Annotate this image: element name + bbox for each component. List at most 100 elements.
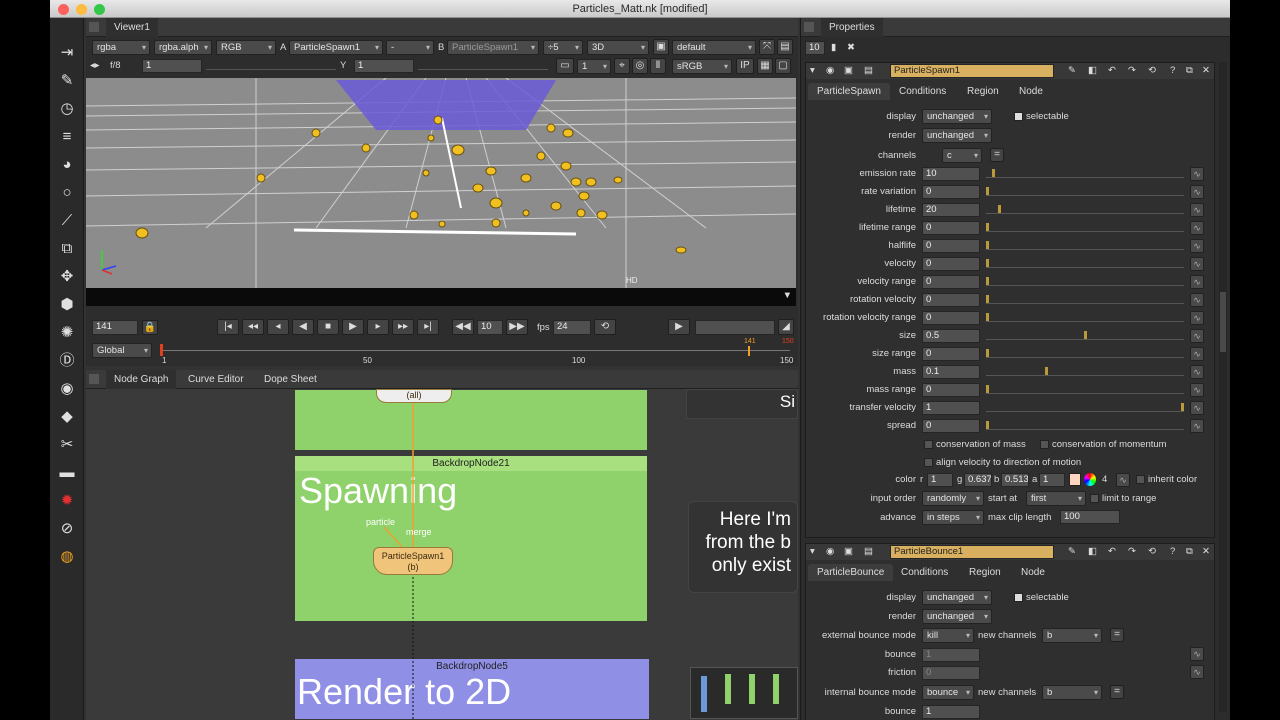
animation-curve-icon[interactable]: ∿ xyxy=(1190,401,1204,415)
float-icon[interactable]: ⧉ xyxy=(1186,546,1193,557)
knob-slider[interactable] xyxy=(986,420,1184,430)
play-backward-button[interactable]: ◀ xyxy=(292,319,314,335)
gizmo-icon[interactable]: ▬ xyxy=(55,462,79,484)
slider-knob[interactable] xyxy=(997,205,1001,213)
color-icon[interactable]: ◕ xyxy=(55,154,79,176)
collapse-icon[interactable]: ▾ xyxy=(810,65,815,76)
frame-field[interactable]: 141 xyxy=(92,320,138,335)
next-keyframe-button[interactable]: ▸▸ xyxy=(392,319,414,335)
animation-curve-icon[interactable]: ∿ xyxy=(1190,293,1204,307)
panel-menu-icon[interactable] xyxy=(804,22,814,32)
advance-dropdown[interactable]: in steps xyxy=(922,510,984,525)
color-g-field[interactable]: 0.637 xyxy=(964,473,992,487)
slider-knob[interactable] xyxy=(986,421,989,429)
viewer-input-icon[interactable]: ▣ xyxy=(844,65,853,76)
conservation-momentum-checkbox[interactable] xyxy=(1040,440,1049,449)
gamma-field[interactable]: 1 xyxy=(354,59,414,73)
knob-field[interactable]: 0 xyxy=(922,239,980,253)
slider-knob[interactable] xyxy=(1083,331,1087,339)
help-icon[interactable]: ? xyxy=(1170,65,1175,76)
selectable-checkbox[interactable] xyxy=(1014,112,1023,121)
loop-icon[interactable]: ⟲ xyxy=(594,319,616,335)
knob-field[interactable]: 0.1 xyxy=(922,365,980,379)
b-input-dropdown[interactable]: ParticleSpawn1 xyxy=(447,40,539,55)
proxy-dropdown[interactable]: 1 xyxy=(577,59,611,74)
float-icon[interactable]: ⧉ xyxy=(1186,65,1193,76)
slider-knob[interactable] xyxy=(986,313,989,321)
collapse-icon[interactable]: ▾ xyxy=(810,546,815,557)
gain-slider[interactable] xyxy=(206,60,336,70)
color-wheel-icon[interactable] xyxy=(1084,473,1096,486)
color-r-field[interactable]: 1 xyxy=(927,473,953,487)
channel-icon[interactable]: ≡ xyxy=(55,126,79,148)
keyer-icon[interactable]: ⟋ xyxy=(55,210,79,232)
knob-field[interactable]: 1 xyxy=(922,401,980,415)
range-menu-icon[interactable]: ◢ xyxy=(778,319,794,335)
tab-viewer1[interactable]: Viewer1 xyxy=(106,18,158,37)
knob-slider[interactable] xyxy=(986,276,1184,286)
clip-warning-icon[interactable]: ◎ xyxy=(632,58,648,74)
knob-field[interactable]: 20 xyxy=(922,203,980,217)
ip-button[interactable]: IP xyxy=(736,58,754,74)
nodegraph-canvas[interactable]: (all) BackdropNode21 Spawning BackdropNo… xyxy=(86,389,798,720)
animation-curve-icon[interactable]: ∿ xyxy=(1190,383,1204,397)
knob-field[interactable]: 0 xyxy=(922,383,980,397)
tab-region[interactable]: Region xyxy=(960,564,1010,581)
knob-field[interactable]: 0 xyxy=(922,185,980,199)
animation-curve-icon[interactable]: ∿ xyxy=(1190,239,1204,253)
step-back-button[interactable]: ◀◀ xyxy=(452,319,474,335)
furnace-icon[interactable]: ✹ xyxy=(55,490,79,512)
tab-properties[interactable]: Properties xyxy=(821,18,883,37)
slider-knob[interactable] xyxy=(1044,367,1048,375)
transform-icon[interactable]: ✥ xyxy=(55,266,79,288)
gamma-slider[interactable] xyxy=(418,60,548,70)
slider-knob[interactable] xyxy=(986,385,989,393)
slider-knob[interactable] xyxy=(986,241,989,249)
downrez-dropdown[interactable]: ÷5 xyxy=(543,40,583,55)
clear-panels-icon[interactable]: ✖ xyxy=(847,42,855,53)
revert-icon[interactable]: ⟲ xyxy=(1148,546,1156,557)
external-bounce-dropdown[interactable]: kill xyxy=(922,628,974,643)
color-swatch-icon[interactable]: ◧ xyxy=(1088,65,1097,76)
merge-icon[interactable]: ⧉ xyxy=(55,238,79,260)
slider-knob[interactable] xyxy=(986,277,989,285)
paint-icon[interactable]: ✎ xyxy=(55,70,79,92)
internal-new-channels-dropdown[interactable]: b xyxy=(1042,685,1102,700)
tab-region[interactable]: Region xyxy=(958,83,1008,100)
animation-curve-icon[interactable]: ∿ xyxy=(1190,221,1204,235)
range-mode-dropdown[interactable]: Global xyxy=(92,343,152,358)
blend-dropdown[interactable]: - xyxy=(386,40,434,55)
color-animation-icon[interactable]: ∿ xyxy=(1116,473,1130,487)
help-icon[interactable]: ? xyxy=(1170,546,1175,557)
animation-curve-icon[interactable]: ∿ xyxy=(1190,419,1204,433)
color-b-field[interactable]: 0.513 xyxy=(1001,473,1029,487)
channels-edit-button[interactable]: = xyxy=(990,148,1004,162)
viewer-3d-viewport[interactable]: HD xyxy=(86,78,796,288)
knob-slider[interactable] xyxy=(986,240,1184,250)
input-order-dropdown[interactable]: randomly xyxy=(922,491,984,506)
revert-icon[interactable]: ⟲ xyxy=(1148,65,1156,76)
knob-slider[interactable] xyxy=(986,330,1184,340)
node-color-icon[interactable]: ▤ xyxy=(864,65,873,76)
knob-field[interactable]: 0.5 xyxy=(922,329,980,343)
scale-icon[interactable]: ⤧ xyxy=(759,39,775,55)
knob-field[interactable]: 0 xyxy=(922,311,980,325)
overlay-icon[interactable]: ▦ xyxy=(757,58,773,74)
undo-icon[interactable]: ↶ xyxy=(1108,546,1116,557)
knob-slider[interactable] xyxy=(986,294,1184,304)
knob-slider[interactable] xyxy=(986,384,1184,394)
gain-step-icon[interactable]: ◂▸ xyxy=(90,60,100,71)
internal-channels-edit-button[interactable]: = xyxy=(1110,685,1124,699)
slider-knob[interactable] xyxy=(991,169,995,177)
knob-slider[interactable] xyxy=(986,366,1184,376)
nuke-icon[interactable]: ◍ xyxy=(55,546,79,568)
edit-icon[interactable]: ✎ xyxy=(1068,65,1076,76)
tab-dope-sheet[interactable]: Dope Sheet xyxy=(256,370,325,389)
bounce-display-dropdown[interactable]: unchanged xyxy=(922,590,992,605)
viewer-input-icon[interactable]: ▣ xyxy=(844,546,853,557)
panel-menu-icon[interactable] xyxy=(89,22,99,32)
knob-slider[interactable] xyxy=(986,402,1184,412)
flipbook-icon[interactable]: ▶ xyxy=(668,319,690,335)
roi-icon[interactable]: ⌖ xyxy=(614,58,630,74)
knob-field[interactable]: 0 xyxy=(922,221,980,235)
